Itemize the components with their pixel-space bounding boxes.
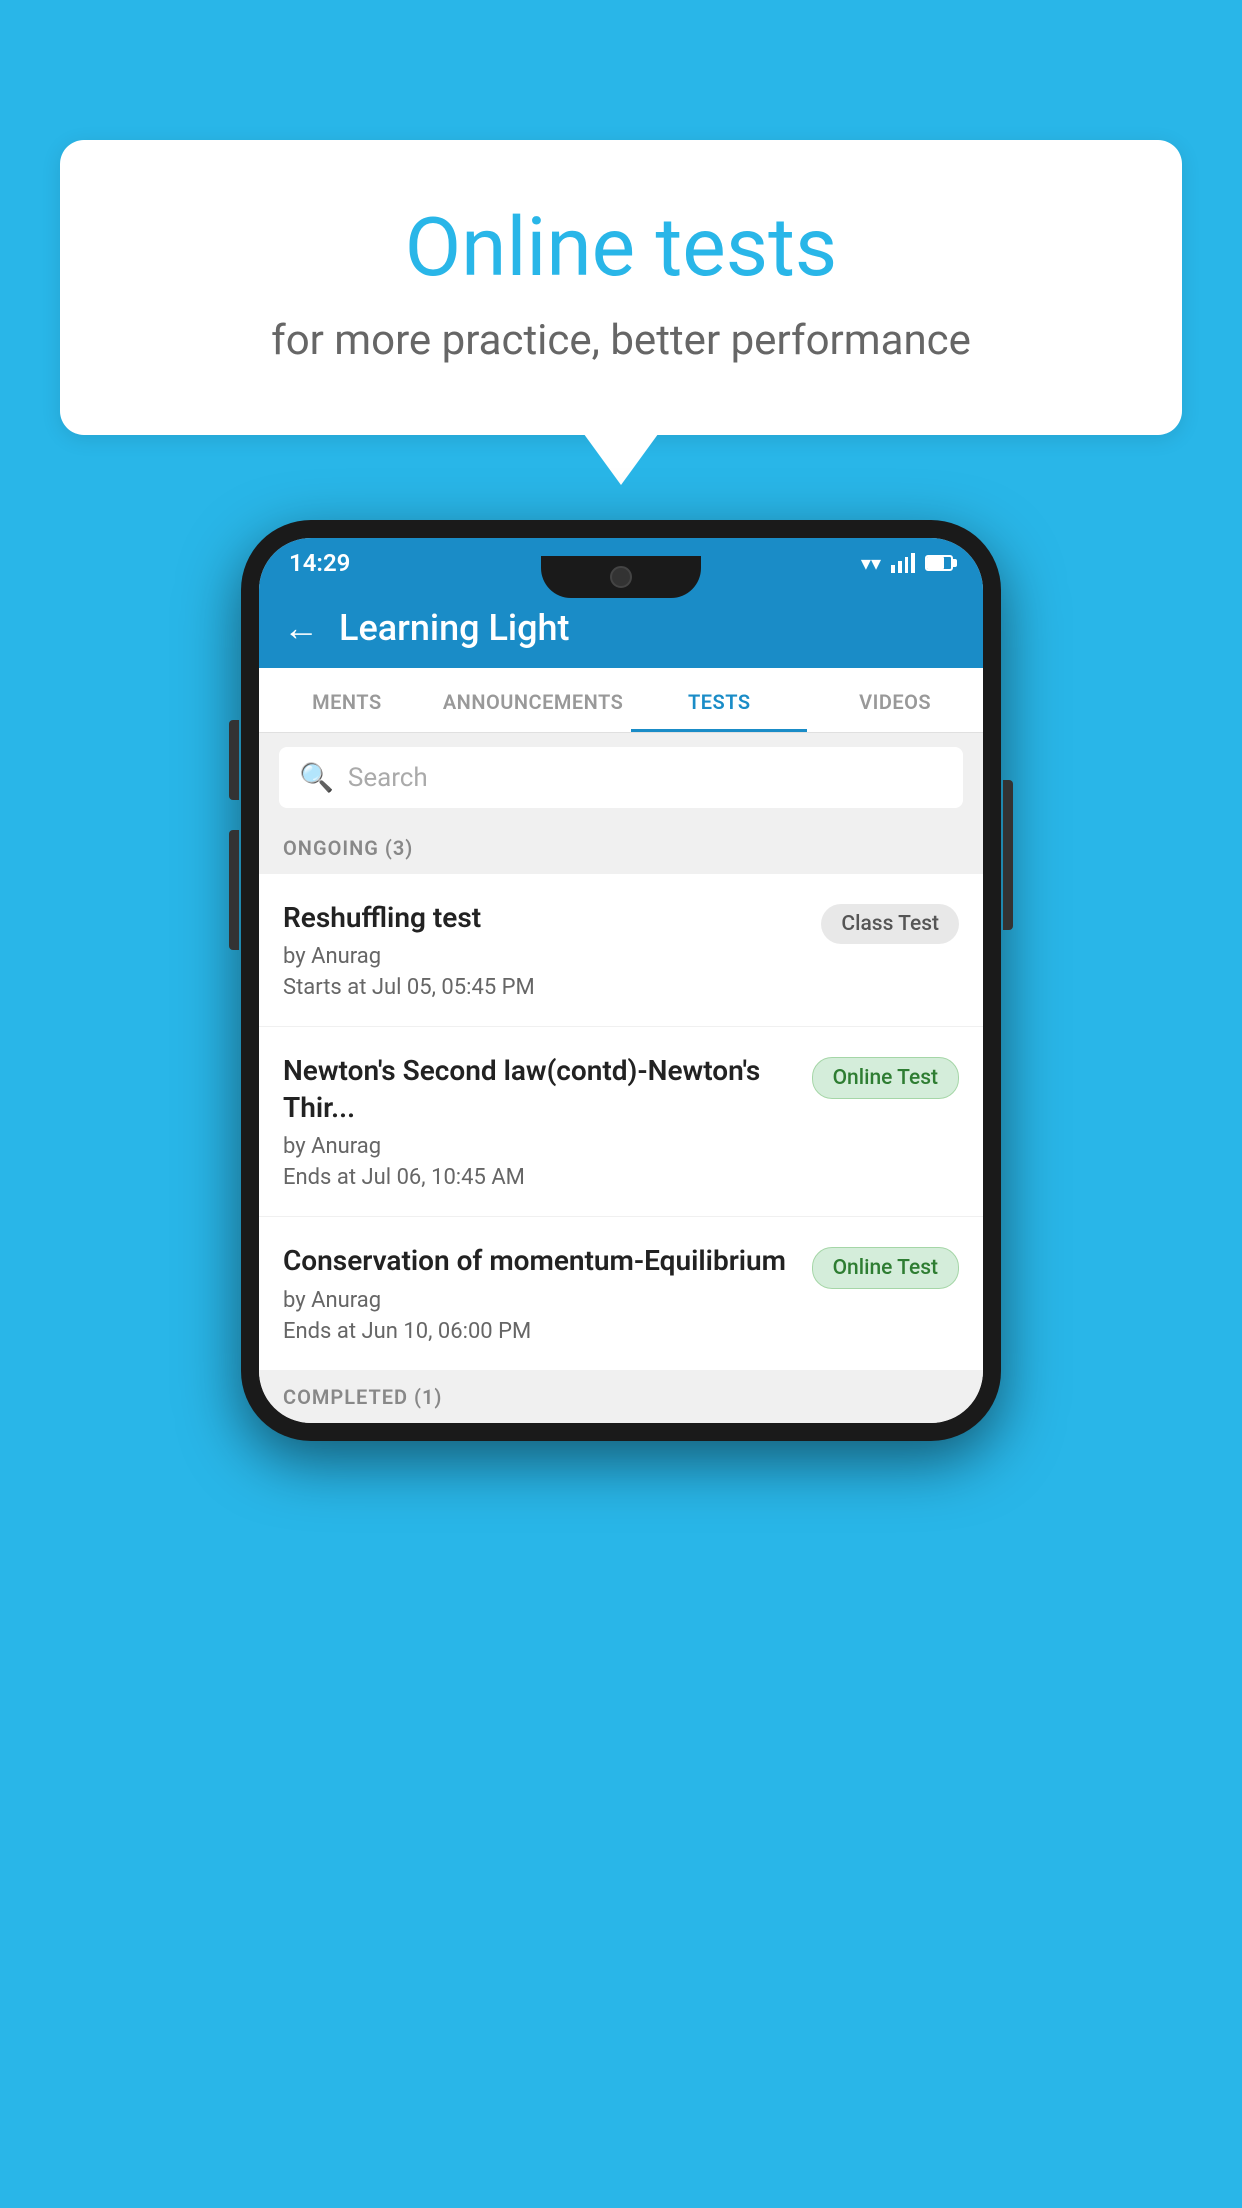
app-header: ← Learning Light [259, 588, 983, 668]
test-badge-2: Online Test [812, 1057, 959, 1099]
phone-button-left [229, 720, 239, 800]
tests-list: Reshuffling test by Anurag Starts at Jul… [259, 874, 983, 1371]
signal-bar-4 [911, 553, 915, 573]
tab-ments[interactable]: MENTS [259, 668, 435, 732]
search-bar[interactable]: 🔍 Search [279, 747, 963, 808]
test-name-3: Conservation of momentum-Equilibrium [283, 1243, 796, 1279]
search-container: 🔍 Search [259, 733, 983, 822]
test-date-1: Starts at Jul 05, 05:45 PM [283, 975, 805, 1000]
app-header-title: Learning Light [339, 607, 569, 649]
wifi-icon: ▾▾ [861, 551, 881, 575]
search-placeholder: Search [348, 763, 428, 793]
test-badge-1: Class Test [821, 904, 959, 944]
test-info-1: Reshuffling test by Anurag Starts at Jul… [283, 900, 821, 1000]
phone-camera [610, 566, 632, 588]
tab-announcements[interactable]: ANNOUNCEMENTS [435, 668, 632, 732]
tab-videos[interactable]: VIDEOS [807, 668, 983, 732]
battery-icon [925, 555, 953, 571]
tab-tests[interactable]: TESTS [631, 668, 807, 732]
status-time: 14:29 [289, 549, 350, 577]
section-completed-header: COMPLETED (1) [259, 1371, 983, 1423]
signal-icon [891, 553, 915, 573]
test-item-2[interactable]: Newton's Second law(contd)-Newton's Thir… [259, 1027, 983, 1217]
signal-bar-2 [898, 561, 902, 573]
tabs-container: MENTS ANNOUNCEMENTS TESTS VIDEOS [259, 668, 983, 733]
search-icon: 🔍 [299, 761, 334, 794]
test-date-2: Ends at Jul 06, 10:45 AM [283, 1165, 796, 1190]
test-author-2: by Anurag [283, 1134, 796, 1159]
test-date-3: Ends at Jun 10, 06:00 PM [283, 1319, 796, 1344]
bubble-subtitle: for more practice, better performance [140, 316, 1102, 365]
signal-bar-3 [905, 557, 909, 573]
phone-notch [541, 556, 701, 598]
test-info-2: Newton's Second law(contd)-Newton's Thir… [283, 1053, 812, 1190]
test-name-1: Reshuffling test [283, 900, 805, 936]
phone-screen: 14:29 ▾▾ [259, 538, 983, 1423]
speech-bubble: Online tests for more practice, better p… [60, 140, 1182, 435]
test-badge-3: Online Test [812, 1247, 959, 1289]
back-button[interactable]: ← [283, 607, 319, 649]
test-author-3: by Anurag [283, 1288, 796, 1313]
phone-button-left2 [229, 830, 239, 950]
test-item-3[interactable]: Conservation of momentum-Equilibrium by … [259, 1217, 983, 1370]
phone-mockup: 14:29 ▾▾ [241, 520, 1001, 1441]
test-name-2: Newton's Second law(contd)-Newton's Thir… [283, 1053, 796, 1126]
status-icons: ▾▾ [861, 551, 953, 575]
battery-fill [927, 557, 944, 569]
speech-bubble-container: Online tests for more practice, better p… [60, 140, 1182, 435]
phone-button-right [1003, 780, 1013, 930]
test-item-1[interactable]: Reshuffling test by Anurag Starts at Jul… [259, 874, 983, 1027]
phone-body: 14:29 ▾▾ [241, 520, 1001, 1441]
test-author-1: by Anurag [283, 944, 805, 969]
test-info-3: Conservation of momentum-Equilibrium by … [283, 1243, 812, 1343]
section-ongoing-header: ONGOING (3) [259, 822, 983, 874]
signal-bar-1 [891, 565, 895, 573]
bubble-title: Online tests [140, 200, 1102, 296]
